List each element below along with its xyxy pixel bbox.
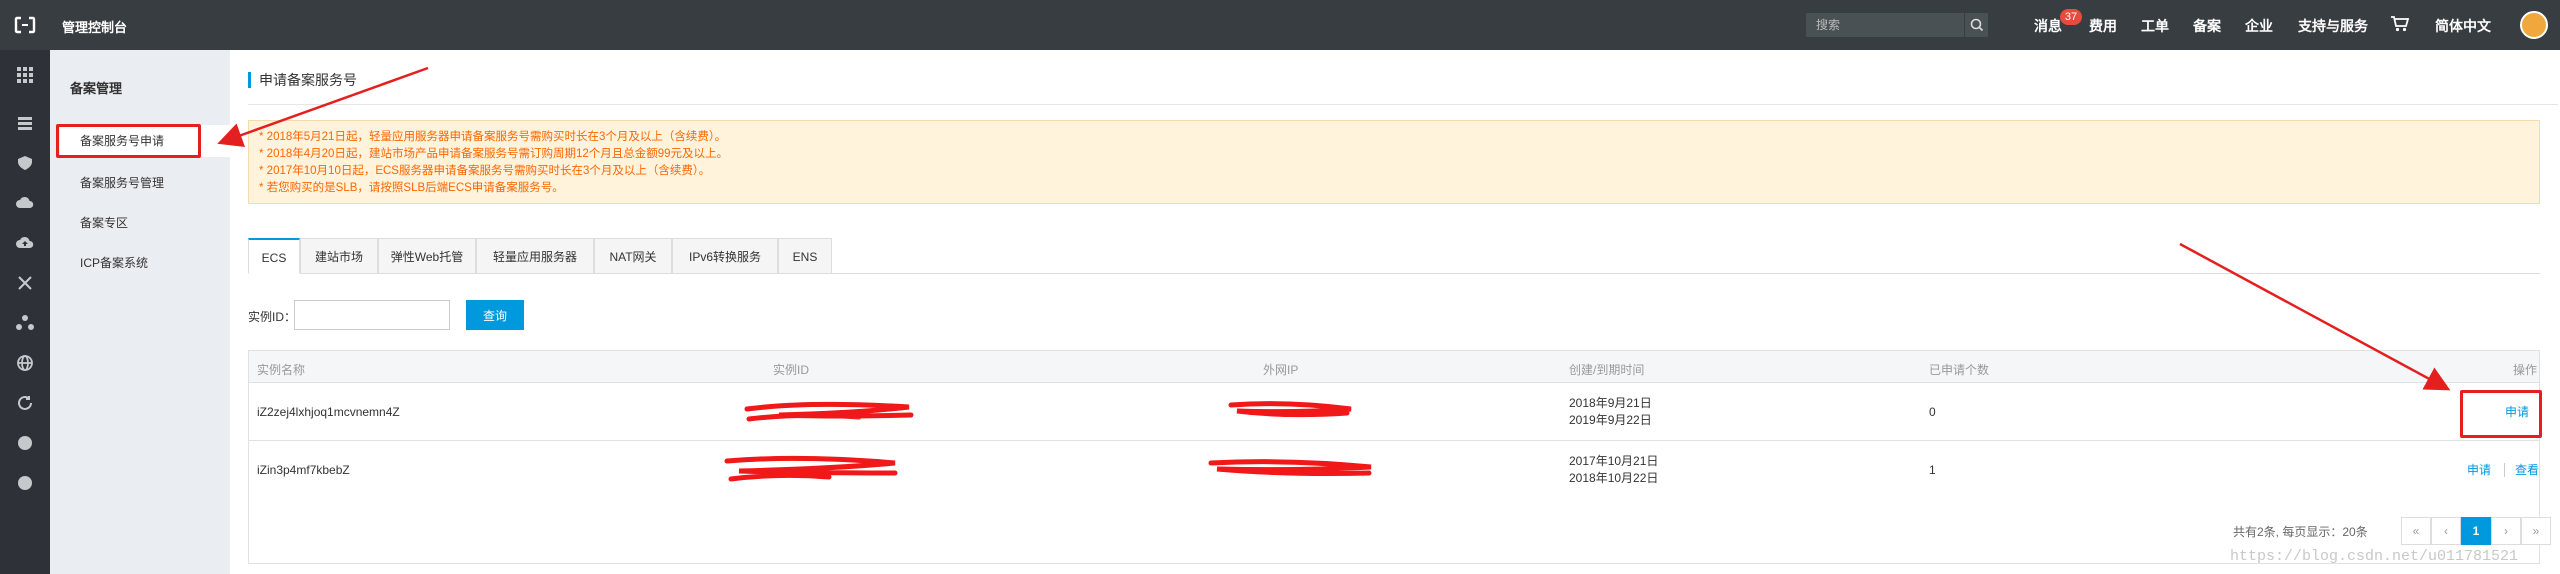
notice-box: * 2018年5月21日起，轻量应用服务器申请备案服务号需购买时长在3个月及以上… [248, 120, 2540, 204]
instance-id-label: 实例ID： [248, 310, 297, 324]
apply-link[interactable]: 申请 [2467, 462, 2491, 478]
instance-id-input[interactable] [294, 300, 450, 330]
notice-line: * 若您购买的是SLB，请按照SLB后端ECS申请备案服务号。 [259, 182, 564, 194]
annotation-box-sidebar [56, 124, 201, 158]
notice-line: * 2018年5月21日起，轻量应用服务器申请备案服务号需购买时长在3个月及以上… [259, 131, 727, 143]
page-title: 申请备案服务号 [248, 72, 357, 88]
sidebar-item-manage-service-number[interactable]: 备案服务号管理 [80, 174, 164, 191]
sidebar-item-label: 备案服务号管理 [80, 176, 165, 190]
console-title[interactable]: 管理控制台 [62, 17, 127, 36]
tab-site-builder[interactable]: 建站市场 [300, 238, 378, 274]
tab-ens[interactable]: ENS [778, 238, 832, 274]
dot-icon[interactable] [15, 433, 35, 453]
column-header: 操作 [2513, 363, 2538, 377]
sidebar-title: 备案管理 [70, 81, 123, 96]
cart-icon[interactable] [2390, 15, 2410, 33]
avatar[interactable] [2520, 11, 2548, 39]
nav-language[interactable]: 简体中文 [2435, 16, 2491, 36]
table-header: 实例名称 实例ID 外网IP 创建/到期时间 已申请个数 操作 [249, 351, 2539, 383]
search-input[interactable] [1806, 13, 1962, 37]
next-page-button[interactable]: › [2491, 517, 2521, 545]
nav-billing[interactable]: 费用 [2089, 16, 2117, 36]
cloud-icon[interactable] [15, 193, 35, 213]
column-header: 创建/到期时间 [1569, 363, 1645, 377]
tab-web-hosting[interactable]: 弹性Web托管 [378, 238, 476, 274]
divider [248, 104, 2558, 105]
globe-icon[interactable] [15, 353, 35, 373]
column-header: 已申请个数 [1929, 363, 1990, 377]
query-button[interactable]: 查询 [466, 300, 524, 330]
redacted-instance-id [724, 455, 898, 482]
table-row: iZ2zej4lxhjoq1mcvnemn4Z 2018年9月21日 2019年… [249, 383, 2539, 441]
grid-icon[interactable] [15, 65, 35, 85]
redacted-public-ip [1208, 459, 1372, 476]
last-page-button[interactable]: » [2521, 517, 2551, 545]
tab-ipv6-service[interactable]: IPv6转换服务 [672, 238, 778, 274]
view-link[interactable]: 查看 [2515, 462, 2539, 478]
aliyun-logo-icon[interactable] [14, 14, 36, 36]
instance-table: 实例名称 实例ID 外网IP 创建/到期时间 已申请个数 操作 iZ2zej4l… [248, 350, 2551, 564]
sidebar-item-label: 备案专区 [80, 216, 129, 230]
nav-icp-filing[interactable]: 备案 [2193, 16, 2221, 36]
network-icon[interactable] [15, 273, 35, 293]
sidebar-item-filing-zone[interactable]: 备案专区 [80, 214, 128, 231]
shield-icon[interactable] [15, 153, 35, 173]
product-icon-sidebar [0, 50, 50, 574]
annotation-box-apply [2460, 390, 2542, 438]
instance-name: iZin3p4mf7kbebZ [257, 463, 350, 477]
list-icon[interactable] [15, 113, 35, 133]
tab-ecs[interactable]: ECS [248, 238, 300, 274]
tab-nat-gateway[interactable]: NAT网关 [594, 238, 672, 274]
product-tabs: ECS 建站市场 弹性Web托管 轻量应用服务器 NAT网关 IPv6转换服务 … [248, 238, 2540, 274]
watermark: https://blog.csdn.net/u011781521 [2230, 548, 2519, 565]
applied-count: 1 [1929, 463, 1936, 477]
applied-count: 0 [1929, 405, 1936, 419]
expiry-date: 2019年9月22日 [1569, 413, 1652, 427]
first-page-button[interactable]: « [2401, 517, 2431, 545]
cluster-icon[interactable] [15, 313, 35, 333]
search-icon [1970, 18, 1984, 32]
nav-messages[interactable]: 消息 [2034, 16, 2062, 36]
redacted-instance-id [744, 401, 914, 422]
column-header: 外网IP [1263, 363, 1299, 377]
expiry-date: 2018年10月22日 [1569, 471, 1659, 485]
message-count-badge: 37 [2060, 9, 2082, 25]
table-row: iZin3p4mf7kbebZ 2017年10月21日 2018年10月22日 … [249, 441, 2539, 499]
notice-line: * 2017年10月10日起，ECS服务器申请备案服务号需购买时长在3个月及以上… [259, 165, 711, 177]
notice-line: * 2018年4月20日起，建站市场产品申请备案服务号需订购周期12个月且总金额… [259, 148, 729, 160]
instance-name: iZ2zej4lxhjoq1mcvnemn4Z [257, 405, 400, 419]
tab-light-server[interactable]: 轻量应用服务器 [476, 238, 594, 274]
redacted-public-ip [1228, 401, 1352, 418]
search-box [1806, 13, 1988, 37]
refresh-icon[interactable] [15, 393, 35, 413]
cloud-upload-icon[interactable] [15, 233, 35, 253]
prev-page-button[interactable]: ‹ [2431, 517, 2461, 545]
main-content: 申请备案服务号 * 2018年5月21日起，轻量应用服务器申请备案服务号需购买时… [230, 50, 2560, 574]
dot-icon[interactable] [15, 473, 35, 493]
nav-tickets[interactable]: 工单 [2141, 16, 2169, 36]
pagination-summary: 共有2条, 每页显示：20条 [2233, 525, 2368, 539]
column-header: 实例ID [773, 363, 810, 377]
action-separator [2504, 463, 2505, 477]
nav-enterprise[interactable]: 企业 [2245, 16, 2273, 36]
column-header: 实例名称 [257, 363, 306, 377]
search-button[interactable] [1964, 13, 1988, 37]
created-date: 2018年9月21日 [1569, 396, 1652, 410]
sidebar-item-label: ICP备案系统 [80, 256, 149, 270]
top-bar: 管理控制台 消息 37 费用 工单 备案 企业 支持与服务 简体中文 [0, 0, 2560, 50]
page-button-current[interactable]: 1 [2461, 517, 2491, 545]
nav-support[interactable]: 支持与服务 [2298, 16, 2368, 36]
created-date: 2017年10月21日 [1569, 454, 1659, 468]
sidebar-item-icp-system[interactable]: ICP备案系统 [80, 254, 148, 271]
